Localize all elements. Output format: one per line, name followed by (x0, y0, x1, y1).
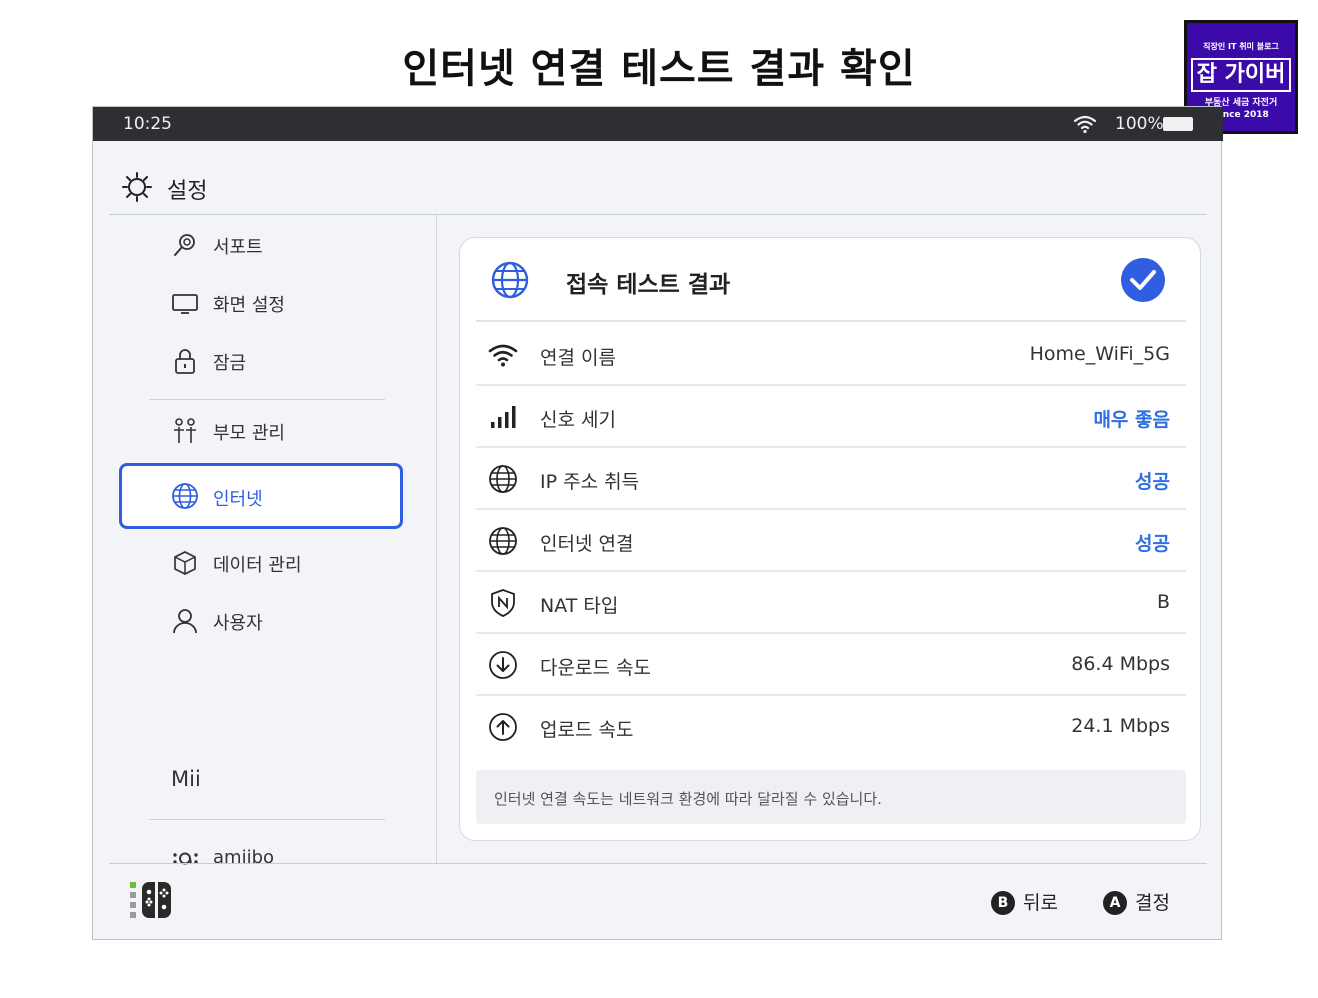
sidebar-item-parental[interactable]: 부모 관리 (119, 401, 403, 459)
sidebar-item-label: 인터넷 (213, 489, 263, 510)
confirm-button[interactable]: A 결정 (1103, 888, 1170, 915)
sidebar-item-label: 데이터 관리 (213, 555, 302, 576)
row-label: 연결 이름 (540, 347, 616, 369)
sidebar-item-label: 화면 설정 (213, 295, 285, 316)
card-title: 접속 테스트 결과 (566, 272, 731, 298)
gear-icon (122, 172, 152, 202)
page-title: 인터넷 연결 테스트 결과 확인 (402, 46, 916, 92)
console-controller-icon (130, 882, 171, 918)
lock-icon (175, 349, 195, 374)
parental-icon (174, 418, 196, 443)
row-label: 인터넷 연결 (540, 533, 634, 555)
settings-title: 설정 (167, 179, 208, 204)
sidebar-item-mii[interactable]: Mii (171, 767, 201, 791)
status-time: 10:25 (123, 114, 172, 134)
sidebar-divider (149, 819, 385, 820)
result-row-signal: 신호 세기 매우 좋음 (476, 386, 1186, 448)
sidebar-item-support[interactable]: 서포트 (119, 215, 403, 273)
card-header: 접속 테스트 결과 (476, 238, 1186, 322)
row-value: 24.1 Mbps (1071, 715, 1170, 737)
support-icon (174, 234, 195, 256)
row-label: IP 주소 취득 (540, 471, 640, 493)
logo-line2: 잡 가이버 (1191, 58, 1291, 92)
result-row-ip: IP 주소 취득 성공 (476, 448, 1186, 510)
result-row-download: 다운로드 속도 86.4 Mbps (476, 634, 1186, 696)
sidebar-item-internet[interactable]: 인터넷 (119, 463, 403, 529)
result-row-nat: NAT 타입 B (476, 572, 1186, 634)
sidebar-divider (149, 399, 385, 400)
confirm-label: 결정 (1135, 892, 1170, 914)
row-label: NAT 타입 (540, 595, 619, 617)
footer-bar: B 뒤로 A 결정 (109, 863, 1207, 941)
status-bar: 10:25 100% (93, 107, 1223, 141)
logo-line1: 직장인 IT 취미 블로그 (1203, 42, 1279, 51)
row-value: B (1156, 591, 1170, 613)
back-button[interactable]: B 뒤로 (991, 888, 1058, 915)
sidebar-item-user[interactable]: 사용자 (119, 591, 403, 649)
row-value: 86.4 Mbps (1071, 653, 1170, 675)
signal-bars-icon (491, 406, 516, 428)
result-row-upload: 업로드 속도 24.1 Mbps (476, 696, 1186, 758)
row-value: 성공 (1135, 471, 1170, 493)
result-row-internet: 인터넷 연결 성공 (476, 510, 1186, 572)
wifi-icon (488, 344, 518, 367)
connection-test-result-card: 접속 테스트 결과 연결 이름 Home_WiFi_5G 신호 세기 매우 좋음… (459, 237, 1201, 841)
battery-percent: 100% (1115, 114, 1164, 134)
row-value: 성공 (1135, 533, 1170, 555)
note-text: 인터넷 연결 속도는 네트워크 환경에 따라 달라질 수 있습니다. (494, 790, 882, 808)
settings-sidebar: 서포트 화면 설정 잠금 부모 관리 인터넷 데이터 관리 사용자 Mii am… (93, 215, 437, 868)
download-icon (489, 651, 517, 679)
row-label: 신호 세기 (540, 409, 616, 431)
row-value: 매우 좋음 (1093, 409, 1170, 431)
globe-icon (491, 261, 529, 299)
a-key-icon: A (1103, 891, 1127, 915)
row-value: Home_WiFi_5G (1029, 343, 1170, 365)
sidebar-item-label: 부모 관리 (213, 423, 285, 444)
row-label: 업로드 속도 (540, 719, 634, 741)
console-screen: 10:25 100% 설정 서포트 화면 설정 잠금 부모 관리 인터넷 데이터… (92, 106, 1223, 941)
data-icon (174, 551, 196, 575)
user-icon (173, 609, 197, 634)
settings-header: 설정 (109, 141, 1207, 215)
globe-icon (489, 527, 517, 555)
battery-icon (1163, 117, 1193, 131)
sidebar-item-display[interactable]: 화면 설정 (119, 273, 403, 331)
wifi-status-icon (1073, 115, 1097, 134)
sidebar-item-lock[interactable]: 잠금 (119, 331, 403, 389)
sidebar-item-label: 잠금 (213, 353, 247, 374)
back-label: 뒤로 (1023, 892, 1058, 914)
nat-shield-icon (491, 589, 515, 617)
upload-icon (489, 713, 517, 741)
result-row-connection-name: 연결 이름 Home_WiFi_5G (476, 324, 1186, 386)
sidebar-item-label: 서포트 (213, 237, 263, 258)
row-label: 다운로드 속도 (540, 657, 651, 679)
globe-icon (489, 465, 517, 493)
speed-note: 인터넷 연결 속도는 네트워크 환경에 따라 달라질 수 있습니다. (476, 770, 1186, 824)
sidebar-item-label: 사용자 (213, 613, 263, 634)
check-circle-icon (1121, 258, 1165, 302)
globe-icon (172, 483, 198, 509)
display-icon (172, 294, 198, 314)
sidebar-item-data[interactable]: 데이터 관리 (119, 533, 403, 591)
b-key-icon: B (991, 891, 1015, 915)
